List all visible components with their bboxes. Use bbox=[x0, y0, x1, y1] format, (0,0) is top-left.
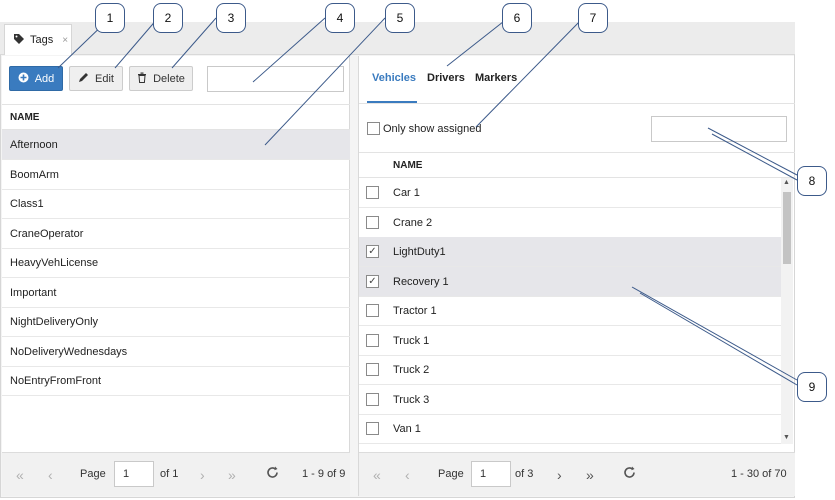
tab-vehicles[interactable]: Vehicles bbox=[372, 72, 416, 84]
callout-4: 4 bbox=[325, 3, 355, 33]
chevron-right-icon[interactable]: › bbox=[557, 467, 562, 483]
tab-drivers[interactable]: Drivers bbox=[427, 72, 465, 84]
scroll-thumb[interactable] bbox=[783, 192, 791, 264]
assignment-tabs: Vehicles Drivers Markers bbox=[359, 56, 795, 104]
scroll-up-icon[interactable]: ▲ bbox=[783, 179, 790, 186]
page-count: of 3 bbox=[515, 468, 534, 480]
vehicle-row[interactable]: ✓ Recovery 1 bbox=[359, 267, 781, 297]
vehicle-name: Crane 2 bbox=[393, 216, 433, 229]
vehicle-checkbox[interactable]: ✓ bbox=[366, 275, 379, 288]
chevron-right-icon[interactable]: › bbox=[200, 467, 205, 483]
edit-button[interactable]: Edit bbox=[69, 66, 123, 91]
chevron-left-icon[interactable]: ‹ bbox=[48, 467, 53, 483]
double-chevron-left-icon[interactable]: « bbox=[373, 467, 381, 483]
tag-icon bbox=[13, 33, 25, 48]
vehicle-row[interactable]: Truck 2 bbox=[359, 355, 781, 385]
page-label: Page bbox=[80, 468, 106, 480]
callout-2: 2 bbox=[153, 3, 183, 33]
callout-6: 6 bbox=[502, 3, 532, 33]
edit-button-label: Edit bbox=[95, 72, 114, 85]
plus-circle-icon bbox=[18, 72, 29, 86]
vehicles-search-input[interactable] bbox=[651, 116, 787, 142]
tag-row[interactable]: CraneOperator bbox=[2, 219, 350, 249]
tags-pager: « ‹ Page 1 of 1 › » 1 - 9 of 9 bbox=[2, 452, 350, 496]
vehicle-row[interactable]: Truck 3 bbox=[359, 385, 781, 415]
vehicles-pager: « ‹ Page 1 of 3 › » 1 - 30 of 70 bbox=[359, 452, 795, 496]
vehicle-checkbox[interactable] bbox=[366, 363, 379, 376]
vehicle-checkbox[interactable] bbox=[366, 304, 379, 317]
vehicle-name: Car 1 bbox=[393, 186, 420, 199]
vehicle-checkbox[interactable] bbox=[366, 393, 379, 406]
callout-8: 8 bbox=[797, 166, 827, 196]
page-count: of 1 bbox=[160, 468, 179, 480]
vehicle-checkbox[interactable] bbox=[366, 334, 379, 347]
delete-button[interactable]: Delete bbox=[129, 66, 193, 91]
page-label: Page bbox=[438, 468, 464, 480]
vehicle-row[interactable]: Car 1 bbox=[359, 178, 781, 208]
trash-icon bbox=[137, 72, 147, 86]
callout-9: 9 bbox=[797, 372, 827, 402]
double-chevron-right-icon[interactable]: » bbox=[586, 467, 594, 483]
vehicles-name-column-header[interactable]: NAME bbox=[359, 152, 795, 178]
add-button-label: Add bbox=[34, 72, 55, 85]
tag-row[interactable]: HeavyVehLicense bbox=[2, 248, 350, 278]
vehicle-checkbox[interactable] bbox=[366, 186, 379, 199]
tag-row[interactable]: Important bbox=[2, 278, 350, 308]
tag-row[interactable]: BoomArm bbox=[2, 160, 350, 190]
vehicle-name: Recovery 1 bbox=[393, 275, 449, 288]
double-chevron-right-icon[interactable]: » bbox=[228, 467, 236, 483]
vehicle-checkbox[interactable] bbox=[366, 422, 379, 435]
assignment-panel: Vehicles Drivers Markers Only show assig… bbox=[358, 56, 795, 496]
tags-search-input[interactable] bbox=[207, 66, 344, 92]
double-chevron-left-icon[interactable]: « bbox=[16, 467, 24, 483]
tab-tags[interactable]: Tags × bbox=[4, 24, 72, 55]
record-range: 1 - 30 of 70 bbox=[731, 468, 787, 480]
vehicle-name: Truck 1 bbox=[393, 334, 430, 347]
vehicle-name: Van 1 bbox=[393, 422, 421, 435]
tags-panel: Add Edit Delete NAME Afternoon BoomArm C… bbox=[2, 56, 350, 496]
callout-5: 5 bbox=[385, 3, 415, 33]
page-number-input[interactable]: 1 bbox=[114, 461, 154, 487]
page-number-input[interactable]: 1 bbox=[471, 461, 511, 487]
vehicle-row[interactable]: ✓ LightDuty1 bbox=[359, 237, 781, 267]
pencil-icon bbox=[78, 72, 89, 86]
callout-3: 3 bbox=[216, 3, 246, 33]
check-icon: ✓ bbox=[368, 246, 377, 257]
callout-1: 1 bbox=[95, 3, 125, 33]
tab-tags-label: Tags bbox=[30, 34, 54, 46]
add-button[interactable]: Add bbox=[9, 66, 63, 91]
vehicles-scrollbar[interactable]: ▲ ▼ bbox=[781, 178, 793, 444]
vehicle-row[interactable]: Tractor 1 bbox=[359, 296, 781, 326]
callout-7: 7 bbox=[578, 3, 608, 33]
vehicle-checkbox[interactable]: ✓ bbox=[366, 245, 379, 258]
vehicle-checkbox[interactable] bbox=[366, 216, 379, 229]
vehicle-name: Truck 2 bbox=[393, 363, 430, 376]
tab-markers[interactable]: Markers bbox=[475, 72, 517, 84]
tag-row[interactable]: NoDeliveryWednesdays bbox=[2, 337, 350, 367]
tag-row[interactable]: NoEntryFromFront bbox=[2, 366, 350, 396]
refresh-icon[interactable] bbox=[623, 466, 636, 482]
tag-row[interactable]: NightDeliveryOnly bbox=[2, 307, 350, 337]
vehicle-name: Truck 3 bbox=[393, 393, 430, 406]
only-show-assigned[interactable]: Only show assigned bbox=[367, 122, 481, 135]
scroll-down-icon[interactable]: ▼ bbox=[783, 434, 790, 441]
delete-button-label: Delete bbox=[153, 72, 185, 85]
tag-row[interactable]: Class1 bbox=[2, 189, 350, 219]
active-tab-indicator bbox=[367, 101, 417, 103]
tag-row[interactable]: Afternoon bbox=[2, 130, 350, 160]
chevron-left-icon[interactable]: ‹ bbox=[405, 467, 410, 483]
vehicle-row[interactable]: Crane 2 bbox=[359, 208, 781, 238]
tags-toolbar: Add Edit Delete bbox=[2, 56, 350, 104]
only-assigned-checkbox[interactable] bbox=[367, 122, 380, 135]
only-assigned-label: Only show assigned bbox=[383, 122, 482, 135]
vehicle-row[interactable]: Truck 1 bbox=[359, 326, 781, 356]
record-range: 1 - 9 of 9 bbox=[302, 468, 346, 480]
vehicle-row[interactable]: Van 1 bbox=[359, 414, 781, 444]
vehicle-name: Tractor 1 bbox=[393, 304, 437, 317]
close-icon[interactable]: × bbox=[62, 35, 68, 46]
tags-name-column-header[interactable]: NAME bbox=[2, 104, 350, 130]
check-icon: ✓ bbox=[368, 276, 377, 287]
refresh-icon[interactable] bbox=[266, 466, 279, 482]
vehicle-name: LightDuty1 bbox=[393, 245, 446, 258]
